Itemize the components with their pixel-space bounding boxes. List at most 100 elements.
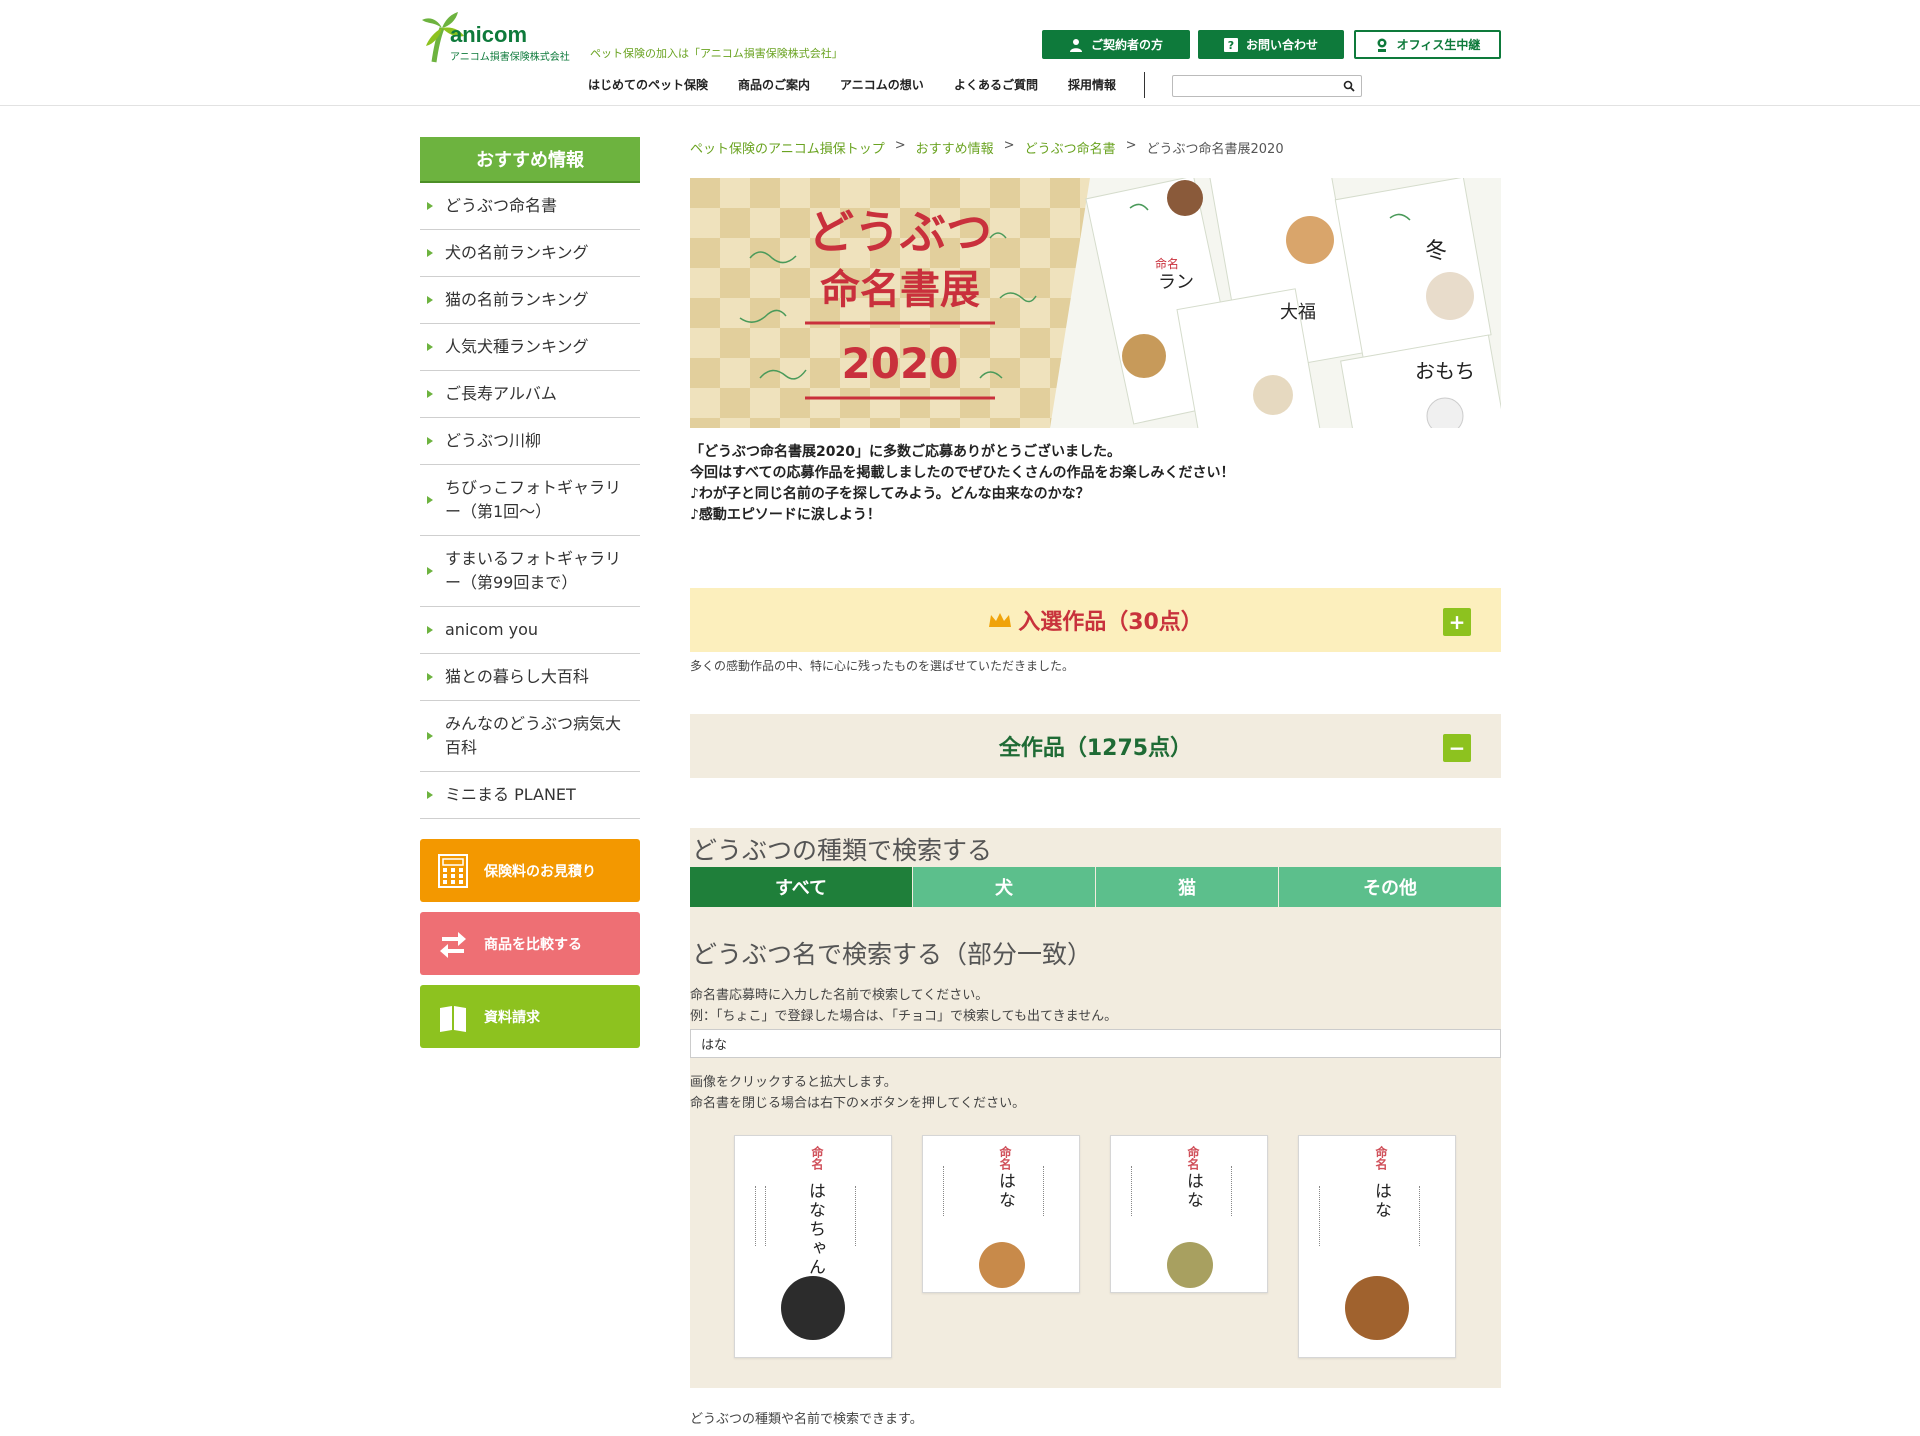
request-materials-button[interactable]: 資料請求 [420,985,640,1048]
svg-text:?: ? [1228,39,1234,52]
hero-card-name-omochi: おもち [1415,359,1475,383]
all-works-accordion[interactable]: 全作品（1275点） − [690,714,1501,778]
nav-recruit[interactable]: 採用情報 [1068,76,1116,93]
sidebar-item-label: どうぶつ命名書 [445,196,558,215]
logo-wordmark[interactable]: anicom [450,22,527,48]
result-card[interactable]: 命名 はなちゃん [734,1135,892,1358]
inquiry-button-label: お問い合わせ [1245,38,1318,52]
triangle-right-icon [427,791,433,799]
site-search-input[interactable] [1172,75,1362,97]
help-line: 命名書応募時に入力した名前で検索してください。 [690,988,989,1003]
card-text [1231,1166,1232,1216]
nav-first-pet-insurance[interactable]: はじめてのペット保険 [588,76,708,93]
crown-icon [989,613,1012,627]
breadcrumb-current: どうぶつ命名書展2020 [1146,142,1284,157]
tab-other[interactable]: その他 [1279,867,1501,907]
intro-line: 今回はすべての応募作品を掲載しましたのでぜひたくさんの作品をお楽しみください！ [690,465,1235,481]
sidebar-menu: どうぶつ命名書 犬の名前ランキング 猫の名前ランキング 人気犬種ランキング ご長… [420,183,640,819]
pet-photo [1286,216,1334,264]
sidebar-item-label: みんなのどうぶつ病気大百科 [445,714,622,757]
nav-philosophy[interactable]: アニコムの想い [840,76,924,93]
selected-works-title: 入選作品（30点） [1018,610,1203,635]
search-by-type-title: どうぶつの種類で検索する [692,836,993,865]
compare-products-label: 商品を比較する [484,936,582,953]
hero-illustration: どうぶつ 命名書展 2020 命名 ラン 大福 冬 おもち [690,178,1501,428]
sidebar-item-label: どうぶつ川柳 [445,431,542,450]
expand-plus-icon[interactable]: + [1443,608,1471,636]
pet-photo [781,1276,845,1340]
animal-type-tabs: すべて 犬 猫 その他 [690,867,1501,907]
contractor-button-label: ご契約者の方 [1090,38,1163,52]
search-icon[interactable] [1343,80,1355,92]
card-text [943,1166,944,1216]
sidebar-heading: おすすめ情報 [420,137,640,183]
sidebar-item-smile-photo-gallery[interactable]: すまいるフォトギャラリー（第99回まで） [420,536,640,607]
card-text [1131,1166,1132,1216]
book-icon [440,1005,466,1032]
office-live-button[interactable]: オフィス生中継 [1354,30,1501,59]
sidebar-item-label: ミニまる PLANET [445,785,576,804]
result-card[interactable]: 命名 はな [1110,1135,1268,1293]
sidebar-item-label: anicom you [445,620,539,639]
sidebar-item-anicom-you[interactable]: anicom you [420,607,640,654]
sidebar-item-label: 猫との暮らし大百科 [445,667,589,686]
animal-name-search-input[interactable]: はな [690,1029,1501,1058]
hero-card-mei: 命名 [1155,256,1179,271]
card-text [765,1186,766,1246]
sidebar-item-naming-certificate[interactable]: どうぶつ命名書 [420,183,640,230]
card-text [1319,1186,1320,1246]
sidebar-item-dog-name-ranking[interactable]: 犬の名前ランキング [420,230,640,277]
help-line: 画像をクリックすると拡大します。 [690,1075,897,1090]
intro-line: ♪感動エピソードに涙しよう！ [690,507,881,523]
hero-title-line2: 命名書展 [820,267,980,313]
card-pet-name: はなちゃん [805,1182,825,1277]
intro-text: 「どうぶつ命名書展2020」に多数ご応募ありがとうございました。 今回はすべての… [690,442,1234,526]
breadcrumb-naming[interactable]: どうぶつ命名書 [1025,138,1116,157]
hero-card-name-fuyu: 冬 [1425,239,1447,264]
sidebar-item-minimaru-planet[interactable]: ミニまる PLANET [420,772,640,819]
intro-line: ♪わが子と同じ名前の子を探してみよう。どんな由来なのかな？ [690,486,1090,502]
breadcrumb-recommended[interactable]: おすすめ情報 [916,138,994,157]
logo-company-name: アニコム損害保険株式会社 [450,52,570,63]
triangle-right-icon [427,567,433,575]
nav-products[interactable]: 商品のご案内 [738,76,810,93]
help-line: 例：「ちょこ」で登録した場合は、「チョコ」で検索しても出てきません。 [690,1009,1118,1024]
sidebar-item-dog-breed-ranking[interactable]: 人気犬種ランキング [420,324,640,371]
selected-works-note: 多くの感動作品の中、特に心に残ったものを選ばせていただきました。 [690,659,1075,673]
pet-photo [1253,375,1293,415]
triangle-right-icon [427,249,433,257]
card-pet-name: はな [1371,1182,1391,1220]
result-card[interactable]: 命名 はな [922,1135,1080,1293]
card-mei-label: 命名 [1186,1146,1200,1170]
premium-estimate-button[interactable]: 保険料のお見積り [420,839,640,902]
result-card[interactable]: 命名 はな [1298,1135,1456,1358]
inquiry-button[interactable]: ? お問い合わせ [1198,30,1344,59]
selected-works-accordion[interactable]: 入選作品（30点） + [690,588,1501,652]
card-pet-name: はな [995,1172,1015,1210]
sidebar-item-cat-name-ranking[interactable]: 猫の名前ランキング [420,277,640,324]
card-text [1043,1166,1044,1216]
contractor-button[interactable]: ご契約者の方 [1042,30,1190,59]
sidebar-item-senryu[interactable]: どうぶつ川柳 [420,418,640,465]
image-click-help: 画像をクリックすると拡大します。 命名書を閉じる場合は右下の×ボタンを押してくだ… [690,1072,1025,1114]
compare-products-button[interactable]: 商品を比較する [420,912,640,975]
sidebar-item-label: 犬の名前ランキング [445,243,589,262]
breadcrumb-top[interactable]: ペット保険のアニコム損保トップ [690,138,885,157]
nav-faq[interactable]: よくあるご質問 [954,76,1038,93]
card-mei-label: 命名 [1374,1146,1388,1170]
question-icon: ? [1223,37,1238,52]
collapse-minus-icon[interactable]: − [1443,734,1471,762]
pet-photo [1426,397,1464,428]
sidebar-item-disease-encyclopedia[interactable]: みんなのどうぶつ病気大百科 [420,701,640,772]
tab-cat[interactable]: 猫 [1096,867,1279,907]
sidebar-item-kids-photo-gallery[interactable]: ちびっこフォトギャラリー（第1回〜） [420,465,640,536]
exhibition-hero-banner: どうぶつ 命名書展 2020 命名 ラン 大福 冬 おもち [690,178,1501,428]
person-icon [1069,38,1082,52]
card-text [855,1186,856,1246]
tab-dog[interactable]: 犬 [913,867,1096,907]
sidebar-item-longevity-album[interactable]: ご長寿アルバム [420,371,640,418]
pet-photo [1426,272,1474,320]
sidebar-item-cat-encyclopedia[interactable]: 猫との暮らし大百科 [420,654,640,701]
hero-title-line1: どうぶつ [808,205,992,259]
tab-all[interactable]: すべて [690,867,913,907]
